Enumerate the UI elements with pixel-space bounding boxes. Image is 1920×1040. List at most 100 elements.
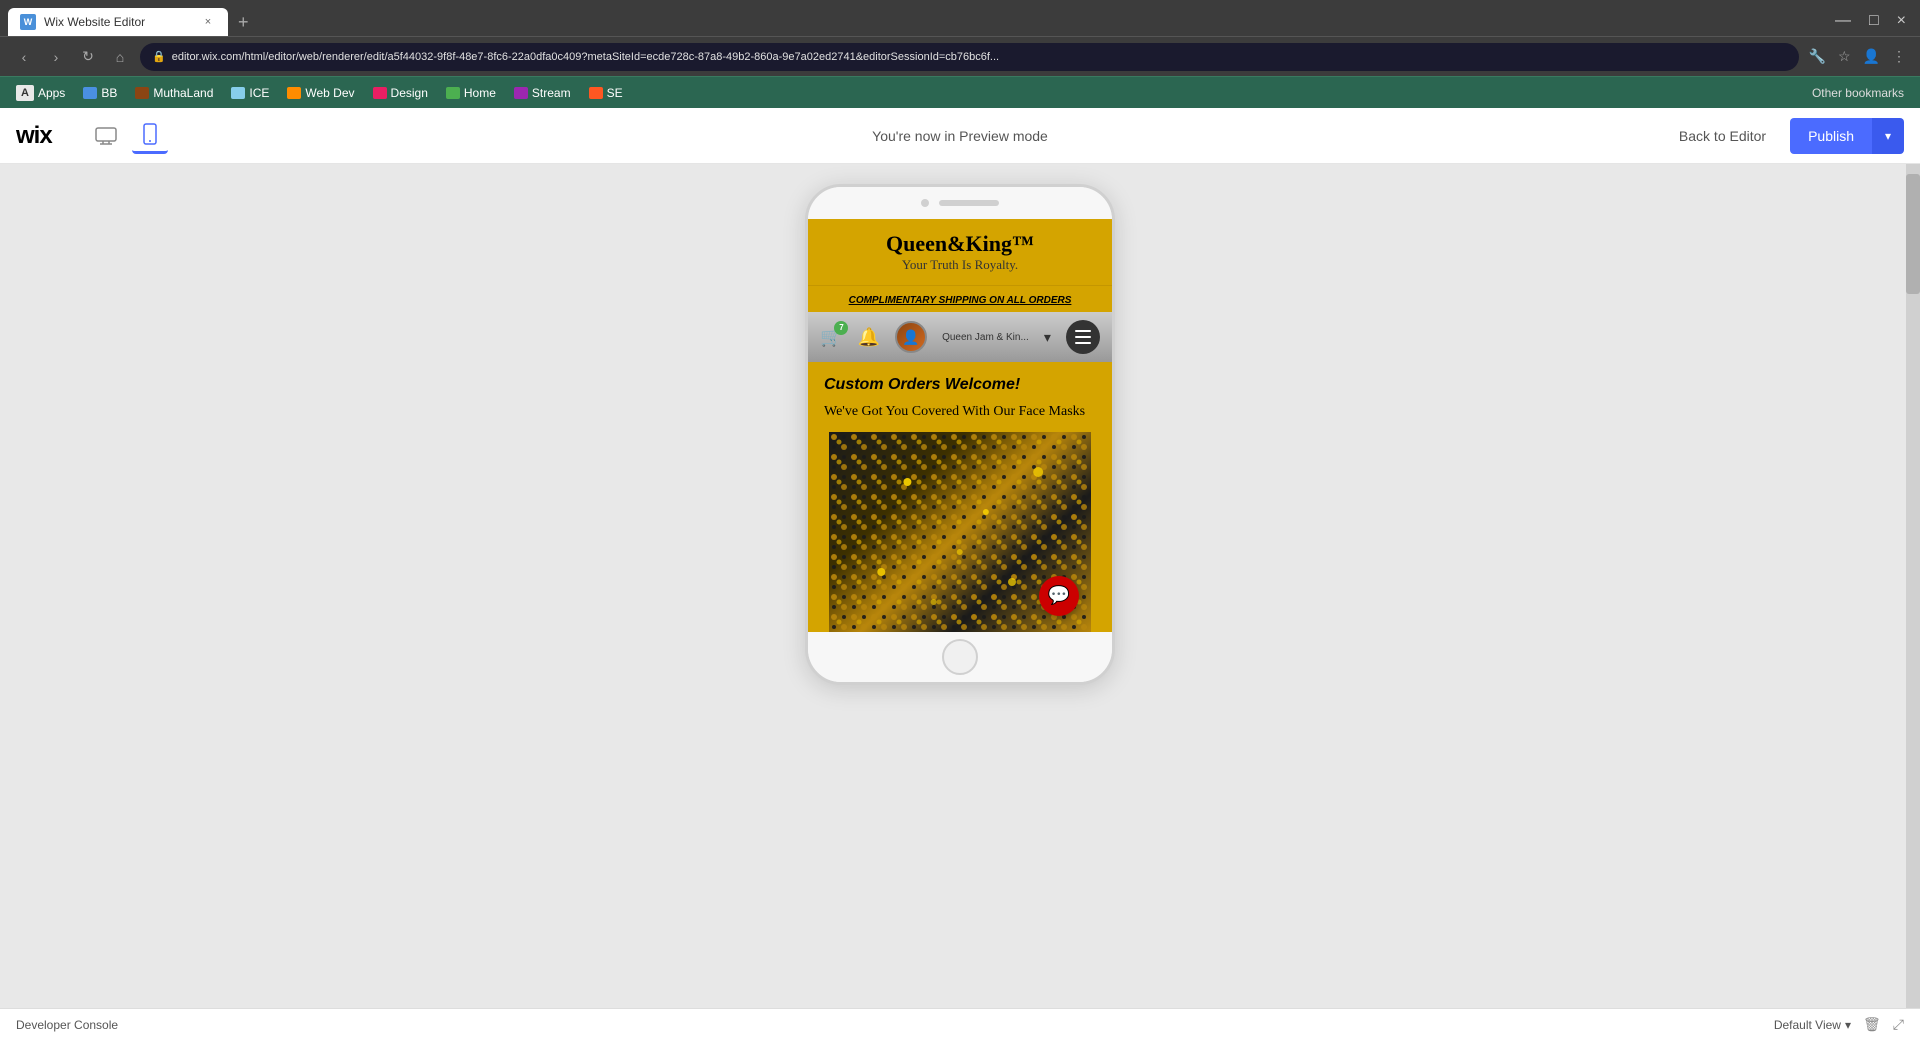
member-chevron-icon[interactable]: ▾ bbox=[1044, 329, 1051, 346]
phone-top-bar bbox=[808, 187, 1112, 219]
phone-dot bbox=[921, 199, 929, 207]
ice-label: ICE bbox=[249, 86, 269, 100]
bb-folder-icon bbox=[83, 87, 97, 99]
bookmark-se[interactable]: SE bbox=[581, 83, 631, 103]
chat-float-button[interactable]: 💬 bbox=[1039, 576, 1079, 616]
phone-speaker bbox=[939, 200, 999, 206]
other-bookmarks[interactable]: Other bookmarks bbox=[1804, 83, 1912, 103]
design-folder-icon bbox=[373, 87, 387, 99]
design-label: Design bbox=[391, 86, 428, 100]
publish-button-group: Publish ▾ bbox=[1790, 118, 1904, 154]
bell-icon[interactable]: 🔔 bbox=[858, 327, 880, 348]
wix-editor-header: wix You're now in Preview mode Back to E… bbox=[0, 108, 1920, 164]
custom-orders-subtitle: We've Got You Covered With Our Face Mask… bbox=[824, 402, 1096, 422]
profile-icon[interactable]: 👤 bbox=[1861, 46, 1882, 67]
brand-name: Queen&King™ bbox=[824, 231, 1096, 257]
bookmark-webdev[interactable]: Web Dev bbox=[279, 83, 362, 103]
tab-title: Wix Website Editor bbox=[44, 15, 145, 29]
mobile-view-button[interactable] bbox=[132, 118, 168, 154]
stream-label: Stream bbox=[532, 86, 571, 100]
custom-orders-title: Custom Orders Welcome! bbox=[824, 376, 1096, 394]
hamburger-line-2 bbox=[1075, 336, 1091, 338]
bookmark-stream[interactable]: Stream bbox=[506, 83, 579, 103]
more-options-icon[interactable]: ⋮ bbox=[1890, 46, 1908, 67]
se-label: SE bbox=[607, 86, 623, 100]
hamburger-line-3 bbox=[1075, 342, 1091, 344]
active-browser-tab[interactable]: W Wix Website Editor × bbox=[8, 8, 228, 36]
address-bar[interactable]: 🔒 editor.wix.com/html/editor/web/rendere… bbox=[140, 43, 1799, 71]
phone-home-button[interactable] bbox=[942, 639, 978, 675]
bottom-right: Default View ▾ 🗑 ⤢ bbox=[1774, 1016, 1904, 1033]
bookmark-bb[interactable]: BB bbox=[75, 83, 125, 103]
home-button[interactable]: ⌂ bbox=[108, 45, 132, 69]
expand-icon[interactable]: ⤢ bbox=[1893, 1016, 1904, 1033]
member-label: Queen Jam & Kin... bbox=[942, 332, 1029, 343]
desktop-view-button[interactable] bbox=[88, 118, 124, 154]
bb-label: BB bbox=[101, 86, 117, 100]
cart-badge: 7 bbox=[834, 321, 848, 335]
product-image-area: 💬 bbox=[808, 432, 1112, 632]
shipping-text: COMPLIMENTARY SHIPPING ON ALL ORDERS bbox=[849, 295, 1072, 306]
refresh-button[interactable]: ↻ bbox=[76, 45, 100, 69]
webdev-label: Web Dev bbox=[305, 86, 354, 100]
brand-tagline: Your Truth Is Royalty. bbox=[824, 257, 1096, 273]
back-button[interactable]: ‹ bbox=[12, 45, 36, 69]
muthaland-label: MuthaLand bbox=[153, 86, 213, 100]
default-view-label: Default View bbox=[1774, 1018, 1841, 1032]
apps-folder-icon: A bbox=[16, 85, 34, 101]
header-right: Back to Editor Publish ▾ bbox=[1667, 118, 1904, 154]
extension-icon[interactable]: 🔧 bbox=[1807, 46, 1828, 67]
preview-scrollbar[interactable] bbox=[1906, 164, 1920, 1008]
cart-icon[interactable]: 🛒 7 bbox=[820, 327, 842, 348]
hamburger-menu-button[interactable] bbox=[1066, 320, 1100, 354]
hamburger-line-1 bbox=[1075, 330, 1091, 332]
ice-folder-icon bbox=[231, 87, 245, 99]
publish-button[interactable]: Publish bbox=[1790, 118, 1872, 154]
bookmark-design[interactable]: Design bbox=[365, 83, 436, 103]
lock-icon: 🔒 bbox=[152, 50, 166, 63]
tab-close-button[interactable]: × bbox=[200, 14, 216, 30]
scrollbar-thumb[interactable] bbox=[1906, 174, 1920, 294]
apps-label: Apps bbox=[38, 86, 65, 100]
delete-icon[interactable]: 🗑 bbox=[1863, 1016, 1881, 1033]
default-view-selector[interactable]: Default View ▾ bbox=[1774, 1018, 1851, 1032]
default-view-dropdown-icon: ▾ bbox=[1845, 1018, 1851, 1032]
bookmark-apps[interactable]: A Apps bbox=[8, 82, 73, 104]
bottom-bar: Developer Console Default View ▾ 🗑 ⤢ bbox=[0, 1008, 1920, 1040]
dev-console-label[interactable]: Developer Console bbox=[16, 1018, 118, 1032]
browser-tab-bar: W Wix Website Editor × + — □ × bbox=[0, 0, 1920, 36]
phone-screen: Queen&King™ Your Truth Is Royalty. COMPL… bbox=[808, 219, 1112, 632]
device-toggle-group bbox=[88, 118, 168, 154]
stream-folder-icon bbox=[514, 87, 528, 99]
window-controls: — □ × bbox=[1829, 10, 1912, 36]
shipping-banner: COMPLIMENTARY SHIPPING ON ALL ORDERS bbox=[808, 285, 1112, 312]
custom-orders-section: Custom Orders Welcome! We've Got You Cov… bbox=[808, 362, 1112, 432]
preview-area: Queen&King™ Your Truth Is Royalty. COMPL… bbox=[0, 164, 1920, 1008]
minimize-button[interactable]: — bbox=[1829, 10, 1857, 32]
bookmark-star-icon[interactable]: ☆ bbox=[1836, 46, 1853, 67]
site-header: Queen&King™ Your Truth Is Royalty. bbox=[808, 219, 1112, 285]
nav-right-icons: 🔧 ☆ 👤 ⋮ bbox=[1807, 46, 1908, 67]
address-text: editor.wix.com/html/editor/web/renderer/… bbox=[172, 51, 1787, 63]
bookmark-muthaland[interactable]: MuthaLand bbox=[127, 83, 221, 103]
close-window-button[interactable]: × bbox=[1891, 10, 1912, 32]
home-label: Home bbox=[464, 86, 496, 100]
webdev-folder-icon bbox=[287, 87, 301, 99]
product-image: 💬 bbox=[829, 432, 1090, 632]
phone-mockup: Queen&King™ Your Truth Is Royalty. COMPL… bbox=[805, 184, 1115, 685]
bookmarks-bar: A Apps BB MuthaLand ICE Web Dev Design H… bbox=[0, 76, 1920, 108]
publish-dropdown-button[interactable]: ▾ bbox=[1872, 118, 1904, 154]
bookmark-home[interactable]: Home bbox=[438, 83, 504, 103]
se-folder-icon bbox=[589, 87, 603, 99]
user-avatar[interactable]: 👤 bbox=[895, 321, 927, 353]
muthaland-folder-icon bbox=[135, 87, 149, 99]
phone-bottom-bar bbox=[808, 632, 1112, 682]
bookmark-ice[interactable]: ICE bbox=[223, 83, 277, 103]
site-nav[interactable]: 🛒 7 🔔 👤 Queen Jam & Kin... ▾ bbox=[808, 312, 1112, 362]
back-to-editor-button[interactable]: Back to Editor bbox=[1667, 120, 1778, 152]
maximize-button[interactable]: □ bbox=[1863, 10, 1885, 32]
browser-nav: ‹ › ↻ ⌂ 🔒 editor.wix.com/html/editor/web… bbox=[0, 36, 1920, 76]
wix-logo: wix bbox=[16, 122, 52, 150]
forward-button[interactable]: › bbox=[44, 45, 68, 69]
new-tab-button[interactable]: + bbox=[228, 8, 259, 36]
